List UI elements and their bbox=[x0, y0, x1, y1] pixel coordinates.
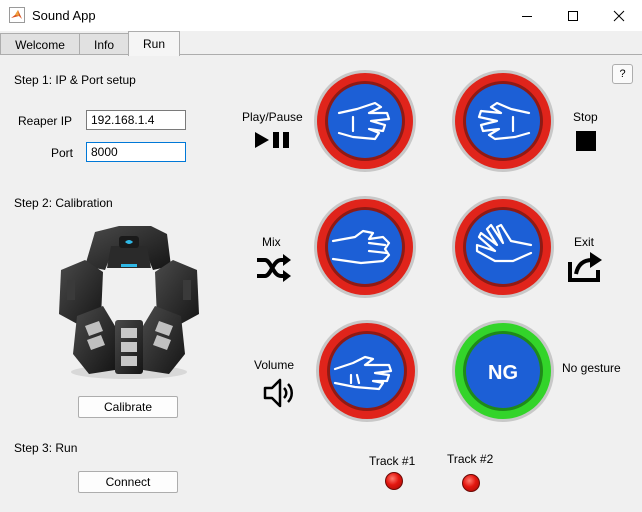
track-1-status-lamp bbox=[385, 472, 403, 490]
tab-divider bbox=[0, 54, 642, 55]
matlab-app-icon bbox=[9, 7, 25, 23]
stop-label: Stop bbox=[573, 110, 598, 124]
maximize-icon bbox=[568, 10, 578, 21]
step3-heading: Step 3: Run bbox=[14, 441, 78, 455]
tab-welcome[interactable]: Welcome bbox=[0, 33, 80, 55]
connect-button[interactable]: Connect bbox=[78, 471, 178, 493]
track-2-status-lamp bbox=[462, 474, 480, 492]
shuffle-icon bbox=[257, 254, 291, 282]
play-pause-gesture-button[interactable] bbox=[313, 69, 417, 173]
mix-gesture-button[interactable] bbox=[313, 195, 417, 299]
maximize-button[interactable] bbox=[550, 0, 596, 31]
close-button[interactable] bbox=[596, 0, 642, 31]
close-icon bbox=[613, 10, 625, 21]
mix-label: Mix bbox=[262, 235, 281, 249]
port-input[interactable] bbox=[86, 142, 186, 162]
tab-bar: Welcome Info Run bbox=[0, 31, 642, 56]
no-gesture-indicator: NG bbox=[452, 320, 554, 422]
track-2-label: Track #2 bbox=[447, 452, 494, 466]
no-gesture-label: No gesture bbox=[562, 361, 621, 375]
tab-run[interactable]: Run bbox=[128, 31, 180, 56]
minimize-icon bbox=[522, 15, 532, 17]
step2-heading: Step 2: Calibration bbox=[14, 196, 113, 210]
help-button[interactable]: ? bbox=[612, 64, 633, 84]
calibrate-button[interactable]: Calibrate bbox=[78, 396, 178, 418]
step1-heading: Step 1: IP & Port setup bbox=[14, 73, 136, 87]
stop-gesture-button[interactable] bbox=[451, 69, 555, 173]
reaper-ip-input[interactable] bbox=[86, 110, 186, 130]
exit-gesture-button[interactable] bbox=[451, 195, 555, 299]
speaker-icon bbox=[263, 378, 293, 408]
share-exit-icon bbox=[568, 252, 602, 282]
reaper-ip-label: Reaper IP bbox=[18, 114, 73, 128]
track-1-label: Track #1 bbox=[369, 454, 416, 468]
stop-icon bbox=[576, 131, 596, 151]
play-pause-icon bbox=[255, 132, 289, 148]
title-bar: Sound App bbox=[0, 0, 642, 31]
myo-armband-image bbox=[59, 226, 199, 379]
port-label: Port bbox=[51, 146, 74, 160]
play-pause-label: Play/Pause bbox=[242, 110, 303, 124]
volume-label: Volume bbox=[254, 358, 295, 372]
exit-label: Exit bbox=[574, 235, 595, 249]
minimize-button[interactable] bbox=[504, 0, 550, 31]
volume-gesture-button[interactable] bbox=[315, 319, 419, 423]
tab-info[interactable]: Info bbox=[79, 33, 129, 55]
ng-badge-text: NG bbox=[488, 362, 518, 384]
window-title: Sound App bbox=[32, 8, 96, 23]
